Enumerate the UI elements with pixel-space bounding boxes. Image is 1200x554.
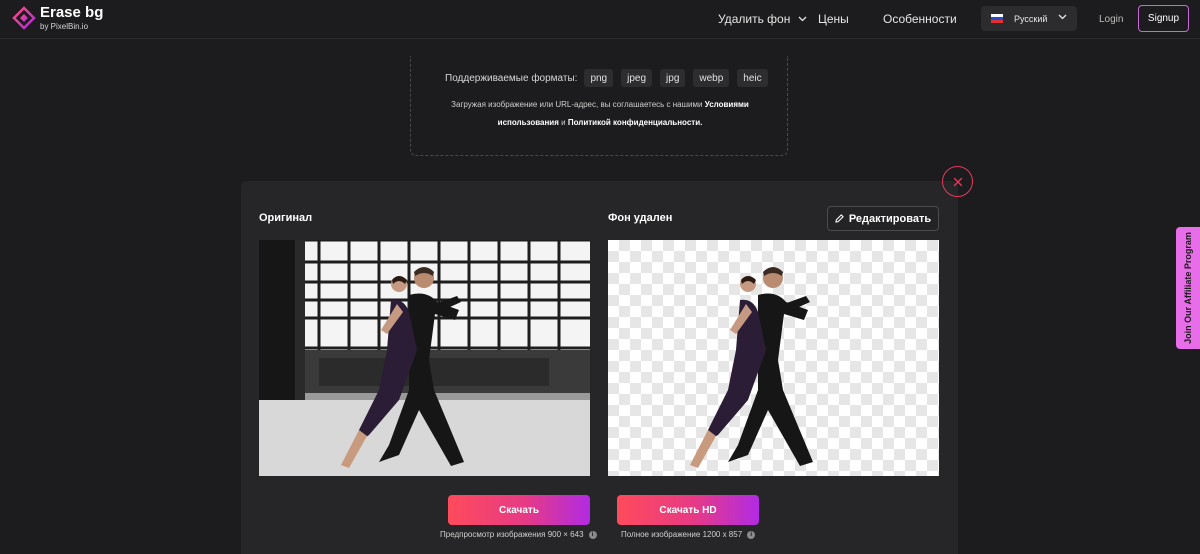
formats-label: Поддерживаемые форматы:	[445, 72, 578, 84]
page: Erase bg by PixelBin.io Удалить фон Цены…	[0, 0, 1200, 554]
chevron-down-icon	[1058, 14, 1067, 20]
affiliate-label: Join Our Affiliate Program	[1183, 232, 1193, 344]
removed-bg-image	[608, 240, 939, 476]
upload-dropzone[interactable]: Поддерживаемые форматы: png jpeg jpg web…	[410, 56, 788, 156]
russia-flag-icon	[991, 14, 1003, 23]
original-label: Оригинал	[259, 212, 313, 224]
signup-button[interactable]: Signup	[1138, 5, 1189, 32]
format-badge-png: png	[584, 69, 614, 87]
login-link[interactable]: Login	[1099, 0, 1123, 38]
download-hd-button[interactable]: Скачать HD	[617, 495, 759, 525]
close-result-button[interactable]	[942, 166, 973, 197]
nav-remove-bg-label: Удалить фон	[718, 12, 791, 26]
supported-formats: Поддерживаемые форматы: png jpeg jpg web…	[445, 69, 776, 87]
erase-bg-logo-icon	[12, 6, 36, 30]
pencil-icon	[835, 214, 844, 223]
brand-subtitle: by PixelBin.io	[40, 22, 89, 31]
info-icon[interactable]: i	[588, 530, 597, 539]
preview-size-text: Предпросмотр изображения 900 × 643	[440, 530, 584, 539]
preview-size-note: Предпросмотр изображения 900 × 643 i	[440, 530, 597, 539]
brand-logo[interactable]: Erase bg by PixelBin.io	[12, 5, 103, 31]
privacy-link[interactable]: Политикой конфиденциальности.	[568, 118, 703, 127]
removed-bg-label: Фон удален	[608, 212, 673, 224]
edit-button-label: Редактировать	[848, 212, 932, 225]
full-size-text: Полное изображение 1200 x 857	[621, 530, 743, 539]
tango-dancers-photo	[259, 240, 590, 476]
nav-features-label: Особенности	[883, 12, 957, 26]
nav-features-link[interactable]: Особенности	[883, 0, 957, 38]
info-icon[interactable]: i	[747, 530, 756, 539]
edit-button[interactable]: Редактировать	[827, 206, 939, 231]
top-nav: Erase bg by PixelBin.io Удалить фон Цены…	[0, 0, 1200, 38]
header-divider	[0, 38, 1200, 39]
format-badge-jpeg: jpeg	[621, 69, 653, 87]
nav-prices-link[interactable]: Цены	[818, 0, 849, 38]
affiliate-program-tab[interactable]: Join Our Affiliate Program	[1176, 227, 1200, 349]
language-label: Русский	[1014, 13, 1048, 24]
format-badge-heic: heic	[737, 69, 768, 87]
brand-title: Erase bg	[40, 4, 104, 21]
terms-notice: Загружая изображение или URL-адрес, вы с…	[431, 96, 769, 132]
nav-prices-label: Цены	[818, 12, 849, 26]
close-icon	[953, 177, 962, 186]
download-button[interactable]: Скачать	[448, 495, 590, 525]
terms-prefix: Загружая изображение или URL-адрес, вы с…	[451, 100, 703, 109]
original-image	[259, 240, 590, 476]
nav-remove-bg-dropdown[interactable]: Удалить фон	[718, 0, 807, 38]
format-badge-jpg: jpg	[660, 69, 686, 87]
language-selector[interactable]: Русский	[981, 6, 1077, 31]
full-size-note: Полное изображение 1200 x 857 i	[621, 530, 756, 539]
terms-and: и	[561, 118, 566, 127]
format-badge-webp: webp	[693, 69, 730, 87]
tango-dancers-cutout	[690, 267, 813, 468]
chevron-down-icon	[798, 16, 807, 22]
